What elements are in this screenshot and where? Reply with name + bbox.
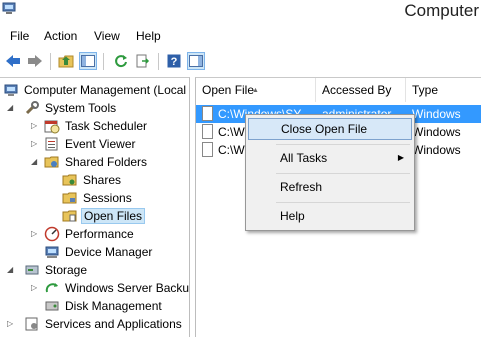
event-viewer-icon [44, 136, 60, 152]
open-files-icon [62, 208, 78, 224]
tree-label: Disk Management [65, 299, 162, 313]
system-tools-icon [24, 100, 40, 116]
tree-item-disk-management[interactable]: Disk Management [44, 297, 164, 315]
storage-icon [24, 262, 40, 278]
device-manager-icon [44, 244, 60, 260]
tree-label: Event Viewer [65, 137, 136, 151]
tree-item-device-manager[interactable]: Device Manager [44, 243, 154, 261]
svg-text:?: ? [171, 56, 178, 68]
collapse-arrow-icon[interactable]: ◢ [31, 158, 39, 166]
performance-icon [44, 226, 60, 242]
menu-file[interactable]: File [8, 28, 31, 44]
file-icon [202, 106, 213, 121]
tree-item-storage[interactable]: Storage [24, 261, 89, 279]
file-icon [202, 124, 213, 139]
shares-icon [62, 172, 78, 188]
computer-management-icon [3, 82, 19, 98]
collapse-arrow-icon[interactable]: ◢ [7, 266, 15, 274]
tree-item-task-scheduler[interactable]: Task Scheduler [44, 117, 149, 135]
console-tree: Computer Management (Local ◢ System Tool… [0, 77, 190, 337]
tree-label: Performance [65, 227, 134, 241]
expand-arrow-icon[interactable]: ▷ [31, 140, 39, 148]
disk-management-icon [44, 298, 60, 314]
menu-action[interactable]: Action [42, 28, 79, 44]
submenu-arrow-icon: ▶ [397, 153, 404, 162]
expand-arrow-icon[interactable]: ▷ [31, 284, 39, 292]
cell-type: Windows [412, 125, 461, 139]
toolbar: ? [0, 49, 481, 74]
expand-arrow-icon[interactable]: ▷ [31, 230, 39, 238]
menu-view[interactable]: View [92, 28, 122, 44]
show-hide-console-tree-icon[interactable] [79, 52, 97, 70]
toolbar-separator [158, 53, 159, 70]
column-header-type[interactable]: Type [406, 78, 481, 102]
up-folder-icon[interactable] [57, 52, 75, 70]
title-bar: Computer [0, 0, 481, 24]
backup-icon [44, 280, 60, 296]
menu-item-help[interactable]: Help [248, 205, 412, 227]
toolbar-separator [103, 53, 104, 70]
tree-label: Open Files [81, 208, 146, 224]
column-header-accessed-by[interactable]: Accessed By [316, 78, 406, 102]
column-header-open-file[interactable]: Open File ▲ [196, 78, 316, 102]
shared-folders-icon [44, 154, 60, 170]
tree-item-windows-server-backup[interactable]: Windows Server Backup [44, 279, 190, 297]
task-scheduler-icon [44, 118, 60, 134]
tree-label: Storage [45, 263, 88, 277]
tree-item-shares[interactable]: Shares [62, 171, 123, 189]
forward-arrow-icon[interactable] [26, 52, 44, 70]
collapse-arrow-icon[interactable]: ◢ [7, 104, 15, 112]
tree-label: Sessions [83, 191, 132, 205]
menu-item-refresh[interactable]: Refresh [248, 176, 412, 198]
sort-ascending-icon: ▲ [252, 87, 259, 94]
menu-separator [276, 202, 410, 203]
file-icon [202, 142, 213, 157]
menu-bar: File Action View Help [0, 27, 481, 47]
tree-label: Task Scheduler [65, 119, 148, 133]
context-menu: Close Open File All Tasks ▶ Refresh Help [245, 114, 415, 231]
services-icon [24, 316, 40, 332]
menu-item-all-tasks[interactable]: All Tasks ▶ [248, 147, 412, 169]
tree-label: Services and Applications [45, 317, 182, 331]
menu-separator [276, 144, 410, 145]
tree-item-system-tools[interactable]: System Tools [24, 99, 118, 117]
tree-label: Device Manager [65, 245, 153, 259]
menu-separator [276, 173, 410, 174]
tree-item-computer-management[interactable]: Computer Management (Local [3, 81, 188, 99]
tree-label: System Tools [45, 101, 117, 115]
expand-arrow-icon[interactable]: ▷ [31, 122, 39, 130]
tree-item-performance[interactable]: Performance [44, 225, 136, 243]
tree-item-shared-folders[interactable]: Shared Folders [44, 153, 149, 171]
tree-item-event-viewer[interactable]: Event Viewer [44, 135, 137, 153]
tree-label: Shared Folders [65, 155, 148, 169]
tree-item-services-and-applications[interactable]: Services and Applications [24, 315, 184, 333]
refresh-icon[interactable] [112, 52, 130, 70]
tree-label: Computer Management (Local [24, 83, 187, 97]
tree-label: Shares [83, 173, 122, 187]
cell-type: Windows [412, 107, 461, 121]
window-title: Computer [404, 1, 479, 20]
computer-management-app-icon [2, 2, 16, 16]
menu-item-close-open-file[interactable]: Close Open File [248, 118, 412, 140]
show-hide-action-pane-icon[interactable] [187, 52, 205, 70]
menu-help[interactable]: Help [134, 28, 163, 44]
tree-item-open-files[interactable]: Open Files [62, 207, 146, 225]
sessions-icon [62, 190, 78, 206]
cell-type: Windows [412, 143, 461, 157]
export-list-icon[interactable] [134, 52, 152, 70]
help-icon[interactable]: ? [165, 52, 183, 70]
tree-item-sessions[interactable]: Sessions [62, 189, 134, 207]
tree-label: Windows Server Backup [65, 281, 190, 295]
expand-arrow-icon[interactable]: ▷ [7, 320, 15, 328]
toolbar-separator [50, 53, 51, 70]
back-arrow-icon[interactable] [4, 52, 22, 70]
